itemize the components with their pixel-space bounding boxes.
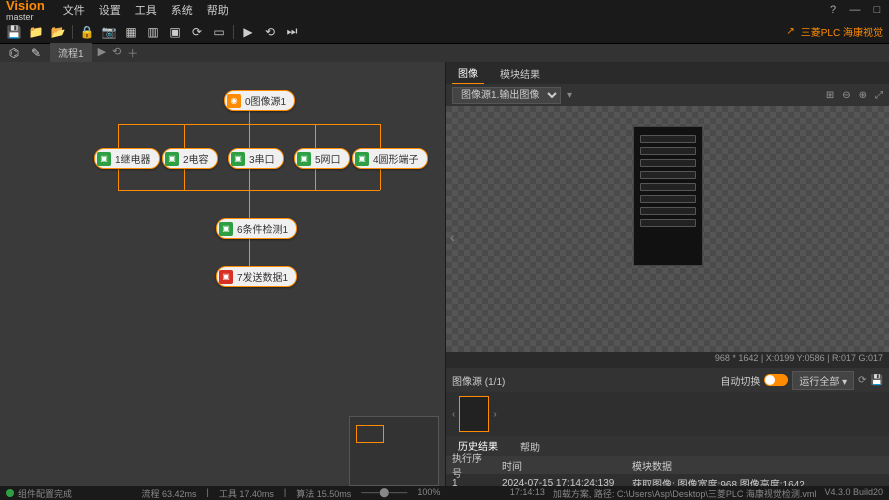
status-flow-time: 流程 63.42ms [141, 487, 196, 500]
export-icon[interactable]: ↗ [786, 26, 794, 37]
menu-system[interactable]: 系统 [171, 2, 193, 18]
camera-icon: ◉ [227, 94, 241, 108]
module-icon: ▣ [355, 152, 369, 166]
lock-icon[interactable]: 🔒 [79, 24, 95, 40]
status-algo-time: 算法 15.50ms [296, 487, 351, 500]
status-zoom: 100% [417, 487, 440, 500]
module-icon: ▣ [297, 152, 311, 166]
node-condition[interactable]: ▣6条件检测1 [216, 218, 297, 239]
menu-help[interactable]: 帮助 [207, 2, 229, 18]
col-time: 时间 [496, 458, 626, 473]
flow-canvas[interactable]: ◉0图像源1 ▣1继电器 ▣2电容 ▣3串口 ▣5网口 ▣4圆形端子 ▣6条件检… [0, 62, 445, 492]
col-seq: 执行序号 [446, 450, 496, 480]
zoom-out-icon[interactable]: ⊖ [842, 90, 850, 101]
node-round-terminal[interactable]: ▣4圆形端子 [352, 148, 428, 169]
minimap[interactable] [349, 416, 439, 486]
preview-image [633, 126, 703, 266]
node-netport[interactable]: ▣5网口 [294, 148, 350, 169]
auto-switch-label: 自动切换 [720, 373, 760, 388]
minimize-icon[interactable]: — [849, 4, 861, 16]
window-icon[interactable]: ▭ [211, 24, 227, 40]
col-data: 模块数据 [626, 458, 889, 473]
project-label: 三菱PLC 海康视觉 [801, 24, 883, 39]
step-icon[interactable]: ⏭ [284, 24, 300, 40]
help-icon[interactable]: ? [827, 4, 839, 16]
flow-tab-1[interactable]: 流程1 [50, 43, 92, 64]
image-coord-status: 968 * 1642 | X:0199 Y:0586 | R:017 G:017 [446, 352, 889, 368]
menu-config[interactable]: 设置 [99, 2, 121, 18]
thumb-next-icon[interactable]: › [493, 409, 496, 420]
open-icon[interactable]: 📁 [28, 24, 44, 40]
save-icon[interactable]: 💾 [6, 24, 22, 40]
run-all-button[interactable]: 运行全部 ▾ [792, 371, 854, 390]
image-source-label: 图像源 (1/1) [452, 373, 505, 388]
loop-small-icon[interactable]: ⟲ [112, 45, 121, 61]
zoom-in-icon[interactable]: ⊕ [859, 90, 867, 101]
thumbnail[interactable] [459, 396, 489, 432]
status-ok-icon [6, 489, 14, 497]
tab-image[interactable]: 图像 [452, 62, 484, 85]
module-icon: ▣ [97, 152, 111, 166]
loop-icon[interactable]: ⟲ [262, 24, 278, 40]
module-icon: ▣ [165, 152, 179, 166]
tab-module-result[interactable]: 模块结果 [494, 63, 546, 84]
app-logo: Vision master [6, 0, 49, 22]
refresh-icon[interactable]: ⟳ [189, 24, 205, 40]
folder-icon[interactable]: 📂 [50, 24, 66, 40]
add-icon[interactable]: ⊞ [826, 90, 834, 101]
grid-icon[interactable]: ▦ [123, 24, 139, 40]
add-tab-icon[interactable]: ＋ [127, 45, 138, 61]
node-capacitor[interactable]: ▣2电容 [162, 148, 218, 169]
status-time: 17:14:13 [510, 487, 545, 500]
screen-icon[interactable]: ▣ [167, 24, 183, 40]
menu-file[interactable]: 文件 [63, 2, 85, 18]
menu-tool[interactable]: 工具 [135, 2, 157, 18]
status-version: V4.3.0 Build20 [824, 487, 883, 500]
zoom-slider[interactable]: ——⬤—— [361, 487, 407, 500]
play-small-icon[interactable]: ▶ [98, 45, 106, 61]
send-icon: ▣ [219, 270, 233, 284]
tab-help[interactable]: 帮助 [514, 436, 546, 457]
layout-icon[interactable]: ▥ [145, 24, 161, 40]
image-output-select[interactable]: 图像源1.输出图像 [452, 87, 561, 104]
node-relay[interactable]: ▣1继电器 [94, 148, 160, 169]
chevron-left-icon[interactable]: ‹ [450, 229, 455, 245]
condition-icon: ▣ [219, 222, 233, 236]
hierarchy-icon[interactable]: ⌬ [6, 45, 22, 61]
image-viewport[interactable]: ‹ [446, 106, 889, 352]
node-serial[interactable]: ▣3串口 [228, 148, 284, 169]
minimap-viewport[interactable] [356, 425, 384, 443]
loop-icon[interactable]: ⟳ [858, 375, 866, 386]
node-image-source[interactable]: ◉0图像源1 [224, 90, 295, 111]
camera-icon[interactable]: 📷 [101, 24, 117, 40]
main-menu: 文件 设置 工具 系统 帮助 [63, 2, 229, 18]
status-bar: 组件配置完成 流程 63.42ms | 工具 17.40ms | 算法 15.5… [0, 486, 889, 500]
auto-switch-toggle[interactable] [764, 374, 788, 386]
node-send-data[interactable]: ▣7发送数据1 [216, 266, 297, 287]
module-icon: ▣ [231, 152, 245, 166]
play-icon[interactable]: ▶ [240, 24, 256, 40]
status-tool-time: 工具 17.40ms [219, 487, 274, 500]
wand-icon[interactable]: ✎ [28, 45, 44, 61]
save-icon[interactable]: 💾 [871, 375, 883, 386]
status-message: 组件配置完成 [18, 487, 72, 500]
thumb-prev-icon[interactable]: ‹ [452, 409, 455, 420]
status-load-path: 加载方案, 路径: C:\Users\Asp\Desktop\三菱PLC 海康视… [553, 487, 817, 500]
expand-icon[interactable]: ⤢ [875, 90, 883, 101]
maximize-icon[interactable]: □ [871, 4, 883, 16]
